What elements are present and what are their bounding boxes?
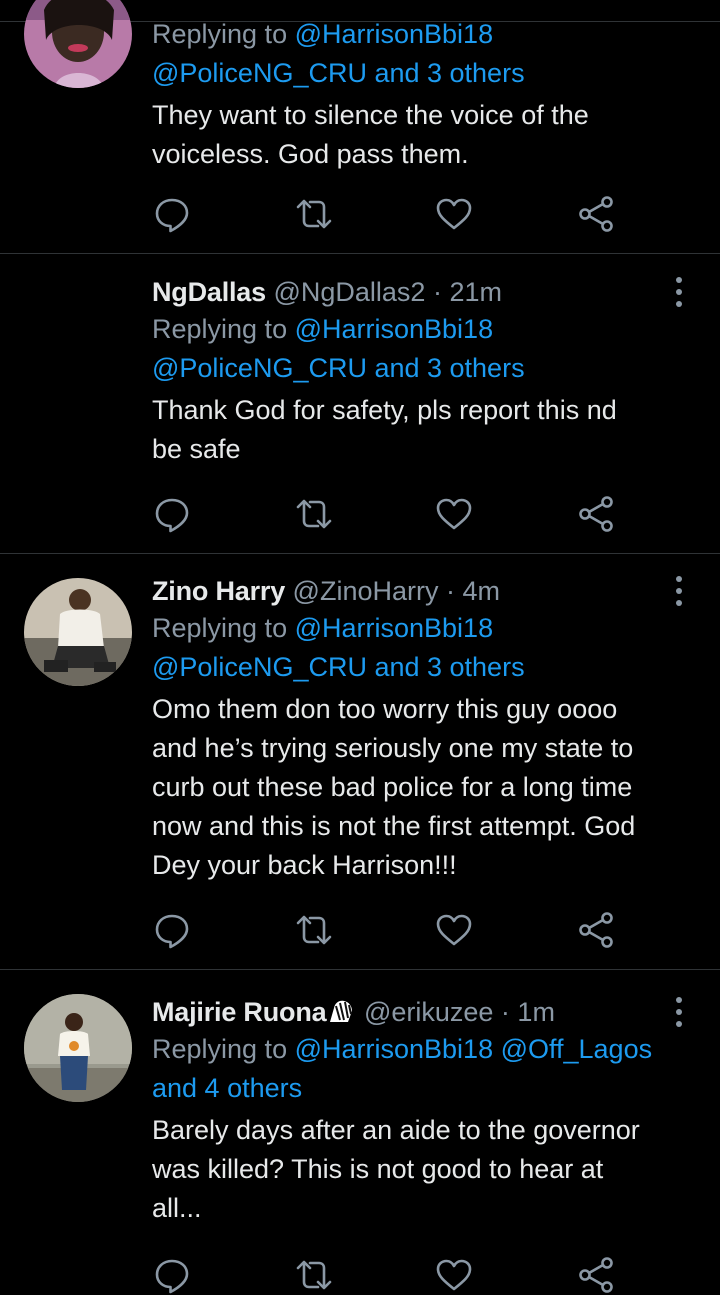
timestamp[interactable]: 1m bbox=[517, 997, 555, 1027]
more-vertical-icon[interactable] bbox=[669, 994, 689, 1030]
tweet-text: Thank God for safety, pls report this nd… bbox=[152, 391, 696, 469]
tweet-header: Zino Harry @ZinoHarry · 4m bbox=[152, 573, 696, 609]
tweet-text-line: was killed? This is not good to hear at bbox=[152, 1154, 604, 1184]
mention-link-others[interactable]: and 4 others bbox=[152, 1069, 696, 1108]
more-vertical-icon[interactable] bbox=[669, 573, 689, 609]
tweet-text-line: They want to silence the voice of the bbox=[152, 100, 589, 130]
tweet-text-line: Barely days after an aide to the governo… bbox=[152, 1115, 640, 1145]
tweet-text: Barely days after an aide to the governo… bbox=[152, 1111, 696, 1228]
tweet-actions bbox=[152, 194, 622, 234]
reply-icon[interactable] bbox=[152, 910, 192, 950]
user-handle[interactable]: @ZinoHarry bbox=[293, 576, 439, 606]
mention-link[interactable]: @HarrisonBbi18 bbox=[295, 19, 494, 49]
tweet-header: Majirie Ruona @erikuzee · 1m bbox=[152, 994, 696, 1030]
tweet-text: Omo them don too worry this guy oooo and… bbox=[152, 690, 696, 885]
user-handle[interactable]: @NgDallas2 bbox=[273, 277, 425, 307]
separator-dot: · bbox=[493, 997, 518, 1027]
tweet-text-line: now and this is not the first attempt. G… bbox=[152, 811, 636, 841]
tweet-actions bbox=[152, 494, 622, 534]
tweet-0[interactable]: Replying to @HarrisonBbi18 @PoliceNG_CRU… bbox=[0, 0, 720, 254]
share-icon[interactable] bbox=[576, 1255, 616, 1295]
heart-icon[interactable] bbox=[434, 910, 474, 950]
tweet-text-line: Thank God for safety, pls report this nd bbox=[152, 395, 617, 425]
replying-to: Replying to @HarrisonBbi18 @Off_Lagos bbox=[152, 1030, 696, 1069]
replying-to: Replying to @HarrisonBbi18 bbox=[152, 310, 696, 349]
tweet-2[interactable]: Zino Harry @ZinoHarry · 4m Replying to @… bbox=[0, 554, 720, 970]
replying-to: Replying to @HarrisonBbi18 bbox=[152, 609, 696, 648]
display-name[interactable]: Zino Harry bbox=[152, 576, 285, 606]
tweet-header: NgDallas @NgDallas2 · 21m bbox=[152, 274, 696, 310]
replying-to-label: Replying to bbox=[152, 314, 295, 344]
mention-link-others[interactable]: @PoliceNG_CRU and 3 others bbox=[152, 648, 696, 687]
timestamp[interactable]: 4m bbox=[462, 576, 500, 606]
tweet-text-line: Omo them don too worry this guy oooo bbox=[152, 694, 618, 724]
avatar[interactable] bbox=[24, 0, 132, 88]
tweet-1[interactable]: NgDallas @NgDallas2 · 21m Replying to @H… bbox=[0, 254, 720, 554]
tweet-actions bbox=[152, 910, 622, 950]
avatar[interactable] bbox=[24, 578, 132, 686]
tweet-3[interactable]: Majirie Ruona @erikuzee · 1m Replying to… bbox=[0, 970, 720, 1272]
tweet-text-line: voiceless. God pass them. bbox=[152, 139, 469, 169]
reply-icon[interactable] bbox=[152, 194, 192, 234]
user-handle[interactable]: @erikuzee bbox=[364, 997, 493, 1027]
mention-link-others[interactable]: @PoliceNG_CRU and 3 others bbox=[152, 54, 696, 93]
mention-link-others[interactable]: @PoliceNG_CRU and 3 others bbox=[152, 349, 696, 388]
reply-icon[interactable] bbox=[152, 1255, 192, 1295]
display-name[interactable]: Majirie Ruona bbox=[152, 997, 327, 1027]
tweet-text-line: and he’s trying seriously one my state t… bbox=[152, 733, 634, 763]
share-icon[interactable] bbox=[576, 910, 616, 950]
mention-link[interactable]: @HarrisonBbi18 bbox=[295, 314, 494, 344]
separator-dot: · bbox=[438, 576, 463, 606]
mention-link[interactable]: @HarrisonBbi18 @Off_Lagos bbox=[295, 1034, 653, 1064]
tweet-text-line: curb out these bad police for a long tim… bbox=[152, 772, 633, 802]
mention-link[interactable]: @HarrisonBbi18 bbox=[295, 613, 494, 643]
replying-to-label: Replying to bbox=[152, 1034, 295, 1064]
heart-icon[interactable] bbox=[434, 1255, 474, 1295]
more-vertical-icon[interactable] bbox=[669, 274, 689, 310]
tweet-text: They want to silence the voice of the vo… bbox=[152, 96, 696, 174]
tweet-text-line: be safe bbox=[152, 434, 241, 464]
share-icon[interactable] bbox=[576, 194, 616, 234]
replying-to: Replying to @HarrisonBbi18 bbox=[152, 15, 696, 54]
display-name[interactable]: NgDallas bbox=[152, 277, 266, 307]
retweet-icon[interactable] bbox=[294, 910, 334, 950]
retweet-icon[interactable] bbox=[294, 194, 334, 234]
retweet-icon[interactable] bbox=[294, 494, 334, 534]
avatar[interactable] bbox=[24, 994, 132, 1102]
share-icon[interactable] bbox=[576, 494, 616, 534]
retweet-icon[interactable] bbox=[294, 1255, 334, 1295]
replying-to-label: Replying to bbox=[152, 613, 295, 643]
heart-icon[interactable] bbox=[434, 194, 474, 234]
tweet-text-line: Dey your back Harrison!!! bbox=[152, 850, 457, 880]
tweet-actions-partial bbox=[152, 1255, 622, 1272]
reply-icon[interactable] bbox=[152, 494, 192, 534]
zebra-emoji bbox=[326, 997, 356, 1023]
tweet-text-line: all... bbox=[152, 1193, 202, 1223]
separator-dot: · bbox=[425, 277, 450, 307]
timestamp[interactable]: 21m bbox=[449, 277, 502, 307]
replying-to-label: Replying to bbox=[152, 19, 295, 49]
heart-icon[interactable] bbox=[434, 494, 474, 534]
